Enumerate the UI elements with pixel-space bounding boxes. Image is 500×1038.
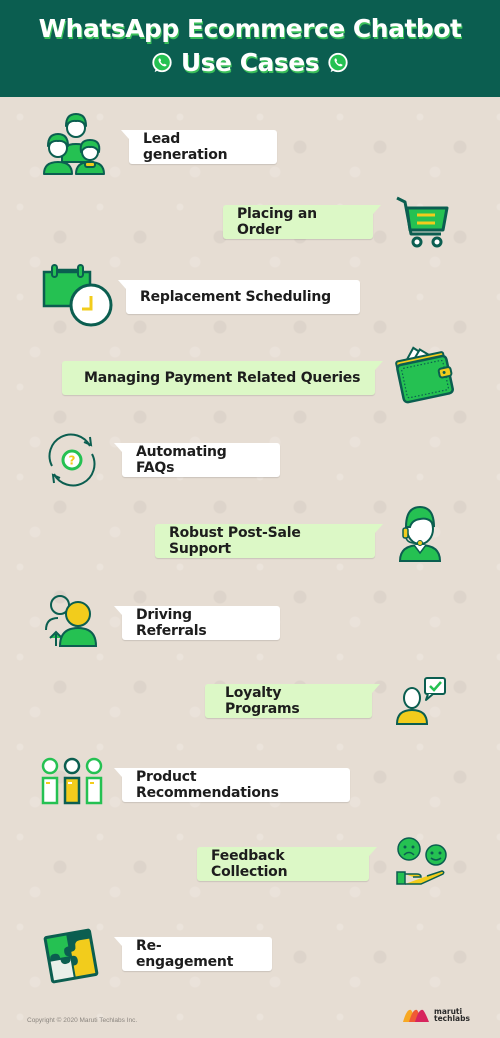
logo-mark-icon: [403, 1009, 429, 1022]
use-case-label: Driving Referrals: [136, 607, 207, 639]
maruti-techlabs-logo: maruti techlabs: [403, 1008, 470, 1022]
support-agent-icon: [398, 505, 442, 562]
use-case-bubble-lead-generation: Lead generation: [121, 130, 277, 164]
use-case-label: Loyalty Programs: [225, 685, 300, 717]
use-case-bubble-automating-faqs: Automating FAQs: [114, 443, 280, 477]
calendar-clock-icon: [42, 264, 113, 327]
use-case-label: Automating FAQs: [136, 444, 227, 476]
people-group-icon: [43, 113, 105, 175]
whatsapp-icon: [328, 52, 348, 72]
copyright-text: Copyright © 2020 Maruti Techlabs Inc.: [27, 1017, 138, 1024]
svg-text:?: ?: [69, 454, 76, 468]
use-case-bubble-feedback-collection: Feedback Collection: [197, 847, 377, 881]
use-case-label: Re-engagement: [136, 938, 234, 970]
use-case-bubble-placing-order: Placing an Order: [223, 205, 381, 239]
use-case-label: Feedback Collection: [211, 848, 288, 880]
logo-text-line2: techlabs: [434, 1014, 470, 1023]
title-text-use-cases: Use Cases: [180, 48, 320, 77]
use-case-bubble-driving-referrals: Driving Referrals: [114, 606, 280, 640]
use-case-label: Replacement Scheduling: [140, 289, 331, 305]
wallet-icon: [395, 346, 454, 404]
use-case-bubble-product-recommendations: Product Recommendations: [114, 768, 350, 802]
product-options-icon: [41, 757, 103, 805]
use-case-label: Placing an Order: [237, 206, 317, 238]
question-refresh-icon: ?: [48, 433, 96, 487]
use-case-bubble-post-sale-support: Robust Post-Sale Support: [155, 524, 383, 558]
use-case-label: Product Recommendations: [136, 769, 279, 801]
use-case-label: Lead generation: [143, 131, 228, 163]
puzzle-icon: [43, 928, 99, 984]
use-case-bubble-re-engagement: Re-engagement: [114, 937, 272, 971]
page-title-line1: WhatsApp Ecommerce Chatbot: [38, 14, 462, 43]
feedback-faces-icon: [396, 837, 447, 885]
referral-users-icon: [45, 595, 98, 647]
use-case-label: Managing Payment Related Queries: [84, 370, 361, 386]
user-checkmark-icon: [395, 677, 446, 725]
shopping-cart-icon: [396, 196, 449, 248]
page-title-line2: Use Cases: [0, 48, 500, 77]
use-case-bubble-replacement-scheduling: Replacement Scheduling: [118, 280, 360, 314]
use-case-bubble-loyalty-programs: Loyalty Programs: [205, 684, 380, 718]
whatsapp-icon: [152, 52, 172, 72]
use-case-bubble-payment-queries: Managing Payment Related Queries: [62, 361, 383, 395]
header-banner: WhatsApp Ecommerce Chatbot Use Cases: [0, 0, 500, 97]
use-case-label: Robust Post-Sale Support: [169, 525, 301, 557]
